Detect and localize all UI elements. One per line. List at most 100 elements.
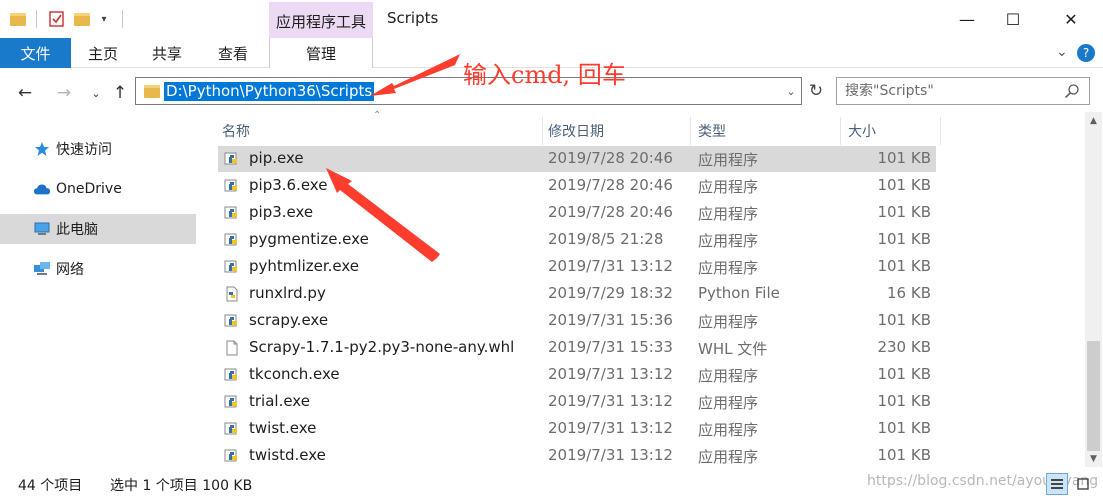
address-folder-icon <box>144 85 160 98</box>
window-title: Scripts <box>387 9 439 27</box>
nav-item-onedrive[interactable]: OneDrive <box>0 174 196 204</box>
python-exe-icon <box>224 313 240 329</box>
scrollbar-thumb[interactable] <box>1087 341 1100 451</box>
navigation-pane: 快速访问 OneDrive 此电脑 网络 <box>0 112 198 467</box>
python-exe-icon <box>224 367 240 383</box>
file-type: 应用程序 <box>698 421 759 439</box>
nav-item-this-pc[interactable]: 此电脑 <box>0 214 196 244</box>
scroll-down-icon[interactable]: ▼ <box>1085 450 1102 467</box>
title-bar: ▾ 应用程序工具 Scripts — ☐ ✕ <box>0 0 1103 40</box>
file-name: scrapy.exe <box>249 311 329 329</box>
tab-share[interactable]: 共享 <box>144 38 190 68</box>
python-exe-icon <box>224 232 240 248</box>
file-date: 2019/7/28 20:46 <box>548 176 673 194</box>
scroll-up-icon[interactable]: ▲ <box>1085 112 1102 129</box>
file-row[interactable]: scrapy.exe 2019/7/31 15:36 应用程序 101 KB <box>218 308 936 334</box>
file-date: 2019/7/31 15:36 <box>548 311 673 329</box>
file-name: pip3.exe <box>249 203 314 221</box>
tab-manage[interactable]: 管理 <box>269 38 373 68</box>
address-dropdown-icon[interactable]: ⌄ <box>783 81 799 101</box>
column-header-size[interactable]: 大小 <box>844 117 940 144</box>
tab-home[interactable]: 主页 <box>80 38 126 68</box>
recent-locations-icon[interactable]: ⌄ <box>84 82 108 104</box>
file-name: pyhtmlizer.exe <box>249 257 360 275</box>
customize-toolbar-icon[interactable]: ▾ <box>96 8 112 30</box>
file-size: 101 KB <box>877 176 931 194</box>
file-name: trial.exe <box>249 392 310 410</box>
details-view-icon[interactable] <box>1046 473 1068 495</box>
python-exe-icon <box>224 205 240 221</box>
file-row[interactable]: pyhtmlizer.exe 2019/7/31 13:12 应用程序 101 KB <box>218 254 936 280</box>
tab-file[interactable]: 文件 <box>0 38 71 68</box>
file-size: 101 KB <box>877 446 931 464</box>
expand-ribbon-icon[interactable]: ⌄ <box>1056 44 1068 60</box>
file-row[interactable]: twist.exe 2019/7/31 13:12 应用程序 101 KB <box>218 416 936 442</box>
context-tab-app-tools: 应用程序工具 <box>269 2 373 40</box>
file-name: pip3.6.exe <box>249 176 328 194</box>
file-row[interactable]: runxlrd.py 2019/7/29 18:32 Python File 16 K… <box>218 281 936 307</box>
file-date: 2019/7/28 20:46 <box>548 149 673 167</box>
back-button[interactable]: ← <box>13 82 37 104</box>
file-size: 101 KB <box>877 257 931 275</box>
file-row[interactable]: trial.exe 2019/7/31 13:12 应用程序 101 KB <box>218 389 936 415</box>
search-icon[interactable] <box>1064 83 1080 99</box>
help-icon[interactable]: ? <box>1077 44 1095 62</box>
python-exe-icon <box>224 448 240 464</box>
column-header-name[interactable]: 名称 <box>218 117 544 144</box>
file-name: pip.exe <box>249 149 304 167</box>
annotation-text: 输入cmd, 回车 <box>463 61 626 89</box>
file-date: 2019/7/28 20:46 <box>548 203 673 221</box>
item-count: 44 个项目 <box>18 478 83 494</box>
nav-item-network[interactable]: 网络 <box>0 254 196 284</box>
file-size: 230 KB <box>877 338 931 356</box>
cloud-icon <box>33 181 51 197</box>
star-icon <box>33 141 51 157</box>
file-name: pygmentize.exe <box>249 230 369 248</box>
file-name: Scrapy-1.7.1-py2.py3-none-any.whl <box>249 338 515 356</box>
maximize-button[interactable]: ☐ <box>990 0 1036 38</box>
search-input[interactable] <box>845 81 1055 101</box>
python-exe-icon <box>224 259 240 275</box>
file-row[interactable]: pip3.exe 2019/7/28 20:46 应用程序 101 KB <box>218 200 936 226</box>
file-date: 2019/7/31 13:12 <box>548 257 673 275</box>
up-button[interactable]: ↑ <box>108 82 132 104</box>
file-row[interactable]: twistd.exe 2019/7/31 13:12 应用程序 101 KB <box>218 443 936 469</box>
folder-icon[interactable] <box>8 8 28 30</box>
selection-info: 选中 1 个项目 100 KB <box>110 478 253 494</box>
tab-view[interactable]: 查看 <box>210 38 256 68</box>
file-row[interactable]: pip3.6.exe 2019/7/28 20:46 应用程序 101 KB <box>218 173 936 199</box>
python-exe-icon <box>224 178 240 194</box>
file-name: runxlrd.py <box>249 284 326 302</box>
vertical-scrollbar[interactable]: ▲ ▼ <box>1085 112 1102 467</box>
file-type: 应用程序 <box>698 205 759 223</box>
search-box[interactable] <box>836 77 1090 105</box>
new-folder-icon[interactable] <box>72 8 92 30</box>
network-icon <box>33 261 51 277</box>
blank-file-icon <box>224 340 240 356</box>
computer-icon <box>33 221 51 237</box>
file-type: 应用程序 <box>698 367 759 385</box>
file-type: Python File <box>698 284 780 302</box>
file-row[interactable]: tkconch.exe 2019/7/31 13:12 应用程序 101 KB <box>218 362 936 388</box>
file-type: 应用程序 <box>698 394 759 412</box>
column-header-type[interactable]: 类型 <box>694 117 840 144</box>
column-header-date[interactable]: 修改日期 <box>544 117 690 144</box>
forward-button[interactable]: → <box>52 82 76 104</box>
refresh-button[interactable]: ↻ <box>806 80 826 102</box>
file-size: 101 KB <box>877 419 931 437</box>
file-row[interactable]: pip.exe 2019/7/28 20:46 应用程序 101 KB <box>218 146 936 172</box>
close-button[interactable]: ✕ <box>1048 0 1094 38</box>
file-date: 2019/7/31 13:12 <box>548 419 673 437</box>
minimize-button[interactable]: — <box>944 0 990 38</box>
file-row[interactable]: pygmentize.exe 2019/8/5 21:28 应用程序 101 KB <box>218 227 936 253</box>
address-path[interactable]: D:\Python\Python36\Scripts <box>164 82 375 101</box>
file-size: 101 KB <box>877 311 931 329</box>
python-exe-icon <box>224 394 240 410</box>
large-icons-view-icon[interactable] <box>1072 473 1094 495</box>
file-name: twistd.exe <box>249 446 326 464</box>
properties-icon[interactable] <box>46 8 68 30</box>
file-date: 2019/7/31 13:12 <box>548 365 673 383</box>
file-row[interactable]: Scrapy-1.7.1-py2.py3-none-any.whl 2019/7/… <box>218 335 936 361</box>
nav-item-quick-access[interactable]: 快速访问 <box>0 134 196 164</box>
file-size: 101 KB <box>877 203 931 221</box>
